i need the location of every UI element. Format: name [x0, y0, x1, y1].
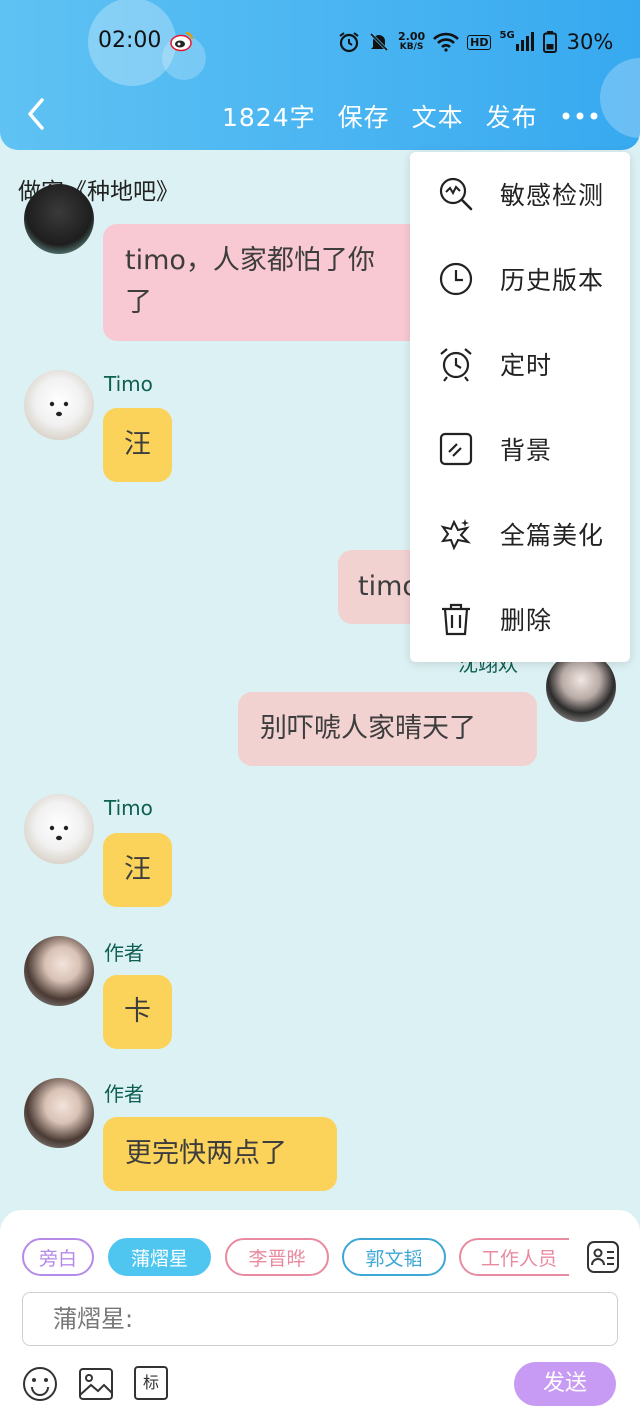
app-header: 02:00 2.00 KB/S HD 5G 30% 1824字 保存 文本 发布	[0, 0, 640, 150]
message-input-placeholder: 蒲熠星:	[53, 1305, 134, 1333]
message-text: 汪	[124, 854, 151, 885]
menu-item-sensitive-check[interactable]: 敏感检测	[410, 164, 630, 224]
send-button[interactable]: 发送	[514, 1362, 616, 1406]
role-chip[interactable]: 李晋晔	[225, 1238, 329, 1276]
menu-item-label: 历史版本	[500, 266, 605, 295]
clock-icon	[439, 262, 473, 296]
message-bubble[interactable]: timo，人家都怕了你 了	[103, 224, 443, 341]
alarm-icon	[440, 348, 472, 382]
message-bubble[interactable]: 汪	[103, 833, 172, 907]
role-chip[interactable]: 郭文韬	[342, 1238, 446, 1276]
tag-label: 标	[142, 1373, 159, 1392]
background-icon	[439, 432, 473, 466]
message-bubble[interactable]: 别吓唬人家晴天了	[238, 692, 537, 766]
role-chip-label: 蒲熠星	[130, 1247, 188, 1270]
avatar[interactable]	[24, 1078, 94, 1148]
trash-icon	[442, 603, 470, 636]
mute-icon	[369, 32, 389, 52]
message-text: timo，人家都怕了你	[125, 245, 375, 276]
role-chip[interactable]: 工作人员	[459, 1238, 569, 1276]
back-icon[interactable]	[22, 96, 50, 132]
composer-panel: 旁白 蒲熠星 李晋晔 郭文韬 工作人员 蒲熠星: 标 发送	[0, 1210, 640, 1423]
sensitive-check-icon	[439, 177, 473, 211]
battery-level: 30%	[566, 30, 614, 54]
signal-icon	[515, 32, 534, 51]
save-button[interactable]: 保存	[338, 98, 390, 134]
message-text: 汪	[124, 429, 151, 460]
emoji-icon[interactable]	[22, 1366, 58, 1402]
avatar[interactable]	[24, 184, 94, 254]
weibo-icon	[170, 32, 193, 52]
menu-item-label: 删除	[500, 606, 553, 635]
hd-badge: HD	[467, 34, 492, 50]
menu-item-background[interactable]: 背景	[410, 419, 630, 479]
message-text: 更完快两点了	[125, 1138, 287, 1169]
message-input[interactable]: 蒲熠星:	[22, 1292, 618, 1346]
role-chip-label: 郭文韬	[365, 1247, 423, 1270]
net-speed: 2.00 KB/S	[398, 31, 425, 53]
avatar[interactable]	[24, 370, 94, 440]
avatar[interactable]	[24, 794, 94, 864]
message-text: 卡	[124, 996, 151, 1027]
menu-item-timer[interactable]: 定时	[410, 334, 630, 394]
menu-item-delete[interactable]: 删除	[410, 589, 630, 649]
message-text: 别吓唬人家晴天了	[260, 713, 476, 744]
menu-item-label: 全篇美化	[500, 521, 605, 550]
signal-label: 5G	[499, 30, 515, 41]
tag-button[interactable]: 标	[134, 1366, 168, 1400]
role-chip-selected[interactable]: 蒲熠星	[108, 1238, 211, 1276]
more-icon[interactable]	[562, 112, 598, 120]
sender-name: 作者	[104, 1082, 144, 1106]
dog-avatar-icon	[49, 401, 69, 417]
menu-item-label: 定时	[500, 351, 553, 380]
editor-toolbar: 1824字 保存 文本 发布	[0, 88, 640, 142]
message-bubble[interactable]: 更完快两点了	[103, 1117, 337, 1191]
sender-name: Timo	[104, 372, 153, 396]
status-bar: 02:00 2.00 KB/S HD 5G 30%	[0, 24, 640, 60]
role-chip-narrator[interactable]: 旁白	[22, 1238, 94, 1276]
status-icons: 2.00 KB/S HD 5G 30%	[338, 28, 613, 56]
net-speed-unit: KB/S	[399, 42, 424, 52]
message-bubble[interactable]: 卡	[103, 975, 172, 1049]
text-button[interactable]: 文本	[412, 98, 464, 134]
sender-name: Timo	[104, 796, 153, 820]
status-time: 02:00	[98, 28, 162, 53]
battery-icon	[542, 31, 557, 53]
image-icon[interactable]	[78, 1366, 114, 1402]
send-label: 发送	[542, 1371, 587, 1396]
role-manage-icon[interactable]	[586, 1240, 620, 1274]
message-text-line2: 了	[125, 287, 152, 318]
message-bubble[interactable]: 汪	[103, 408, 172, 482]
beautify-icon	[440, 519, 472, 551]
alarm-status-icon	[339, 32, 359, 53]
menu-item-label: 敏感检测	[500, 181, 605, 210]
menu-item-beautify[interactable]: 全篇美化	[410, 504, 630, 564]
role-chip-label: 工作人员	[481, 1247, 558, 1270]
wifi-icon	[433, 32, 460, 52]
dog-avatar-icon	[49, 825, 69, 841]
publish-button[interactable]: 发布	[486, 98, 538, 134]
role-chip-label: 旁白	[38, 1247, 77, 1270]
word-count: 1824字	[222, 103, 316, 132]
menu-item-history[interactable]: 历史版本	[410, 249, 630, 309]
avatar[interactable]	[546, 652, 616, 722]
role-chip-label: 李晋晔	[248, 1247, 306, 1270]
avatar[interactable]	[24, 936, 94, 1006]
menu-item-label: 背景	[500, 436, 553, 465]
sender-name: 作者	[104, 941, 144, 965]
more-menu: 敏感检测 历史版本 定时 背景 全篇美化 删除	[410, 152, 630, 662]
net-speed-value: 2.00	[398, 30, 426, 43]
